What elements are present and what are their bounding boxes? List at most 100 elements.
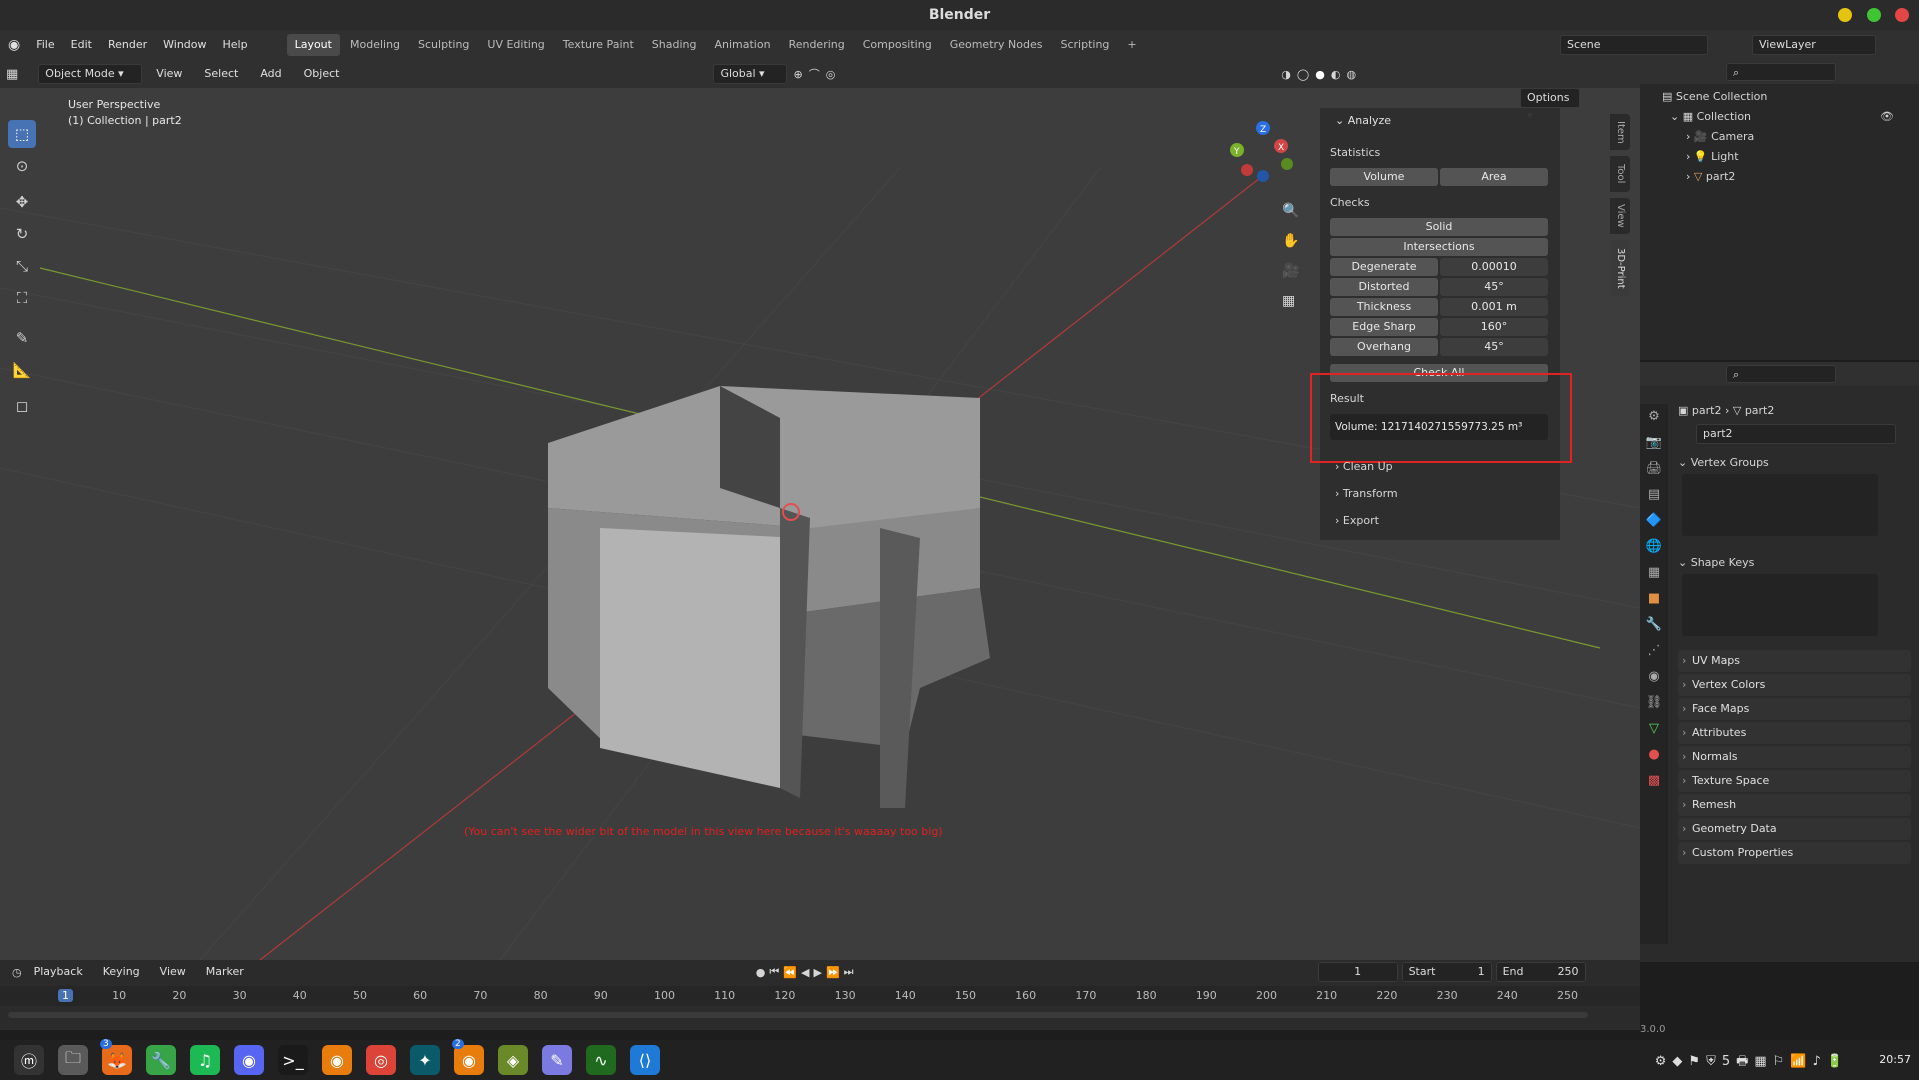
chrome-icon[interactable]: ◎: [366, 1045, 396, 1075]
menu-render[interactable]: Render: [100, 30, 155, 60]
degenerate-value[interactable]: 0.00010: [1440, 258, 1548, 276]
current-frame-field[interactable]: 1: [1317, 962, 1398, 982]
volume-button[interactable]: Volume: [1330, 168, 1438, 186]
vp-menu-add[interactable]: Add: [252, 59, 289, 89]
constraints-tab-icon[interactable]: ⛓: [1640, 690, 1668, 716]
tab-tool[interactable]: Tool: [1610, 156, 1630, 192]
tab-uv-editing[interactable]: UV Editing: [479, 34, 552, 56]
scale-tool[interactable]: ⤡: [8, 252, 36, 280]
scene-collection-row[interactable]: ▤ Scene Collection: [1662, 90, 1767, 103]
tab-compositing[interactable]: Compositing: [855, 34, 940, 56]
vp-menu-view[interactable]: View: [148, 59, 190, 89]
blender-icon[interactable]: ◉: [322, 1045, 352, 1075]
thickness-button[interactable]: Thickness: [1330, 298, 1438, 316]
mesh-data-tab-icon[interactable]: ▽: [1640, 716, 1668, 742]
tab-shading[interactable]: Shading: [644, 34, 705, 56]
tab-scripting[interactable]: Scripting: [1052, 34, 1117, 56]
outliner-camera-row[interactable]: › 🎥 Camera: [1686, 130, 1754, 143]
texture-tab-icon[interactable]: ▩: [1640, 768, 1668, 794]
distorted-value[interactable]: 45°: [1440, 278, 1548, 296]
tool-tab-icon[interactable]: ⚙: [1640, 404, 1668, 430]
cleanup-section[interactable]: › Clean Up: [1335, 460, 1393, 473]
tab-layout[interactable]: Layout: [286, 34, 340, 56]
texture-space-section[interactable]: Texture Space: [1678, 770, 1911, 792]
object-tab-icon[interactable]: ■: [1640, 586, 1668, 612]
play-reverse-icon[interactable]: ◀: [801, 966, 809, 979]
cursor-tool[interactable]: ⊙: [8, 152, 36, 180]
timeline-ruler[interactable]: 1 10 20 30 40 50 60 70 80 90 100 110 120 130 140 150 160…: [0, 986, 1640, 1006]
output-tab-icon[interactable]: 🖨: [1640, 456, 1668, 482]
close-button[interactable]: [1895, 8, 1909, 22]
proportional-icon[interactable]: ◎: [826, 68, 836, 81]
playback-menu[interactable]: Playback: [26, 957, 91, 987]
visibility-eye-icon[interactable]: 👁: [1880, 110, 1894, 123]
tab-view[interactable]: View: [1610, 198, 1630, 234]
shading-solid-icon[interactable]: ●: [1315, 68, 1325, 81]
outliner-search-input[interactable]: ⌕: [1726, 63, 1836, 81]
distorted-button[interactable]: Distorted: [1330, 278, 1438, 296]
overhang-button[interactable]: Overhang: [1330, 338, 1438, 356]
timeline-view-menu[interactable]: View: [152, 957, 194, 987]
custom-properties-section[interactable]: Custom Properties: [1678, 842, 1911, 864]
marker-menu[interactable]: Marker: [198, 957, 252, 987]
material-tab-icon[interactable]: ●: [1640, 742, 1668, 768]
spotify-icon[interactable]: ♫: [190, 1045, 220, 1075]
particles-tab-icon[interactable]: ⋰: [1640, 638, 1668, 664]
navigation-gizmo[interactable]: Z Y X: [1225, 118, 1295, 188]
jump-start-icon[interactable]: ⏮: [769, 965, 779, 979]
discord-icon[interactable]: ◉: [234, 1045, 264, 1075]
tab-3d-print[interactable]: 3D-Print: [1610, 240, 1630, 296]
vp-menu-object[interactable]: Object: [296, 59, 348, 89]
select-box-tool[interactable]: ⬚: [8, 120, 36, 148]
move-tool[interactable]: ✥: [8, 188, 36, 216]
blender-active-icon[interactable]: ◉ 2: [452, 1039, 484, 1075]
firefox-icon[interactable]: 🦊 3: [100, 1039, 132, 1075]
geometry-data-section[interactable]: Geometry Data: [1678, 818, 1911, 840]
start-menu-icon[interactable]: ⓜ: [14, 1045, 44, 1075]
tab-item[interactable]: Item: [1610, 114, 1630, 150]
system-monitor-icon[interactable]: ∿: [586, 1045, 616, 1075]
scene-tab-icon[interactable]: 🔷: [1640, 508, 1668, 534]
files-icon[interactable]: 🗀: [58, 1045, 88, 1075]
orientation-selector[interactable]: Global ▾: [713, 64, 788, 84]
keying-menu[interactable]: Keying: [95, 957, 148, 987]
snap-icon[interactable]: ⌒: [809, 66, 820, 82]
overhang-value[interactable]: 45°: [1440, 338, 1548, 356]
properties-search-input[interactable]: ⌕: [1726, 365, 1836, 383]
uv-maps-section[interactable]: UV Maps: [1678, 650, 1911, 672]
shading-render-icon[interactable]: ◍: [1346, 68, 1356, 81]
add-workspace-button[interactable]: +: [1119, 34, 1144, 56]
edge-sharp-button[interactable]: Edge Sharp: [1330, 318, 1438, 336]
measure-tool[interactable]: 📐: [8, 356, 36, 384]
ortho-grid-icon[interactable]: ▦: [1282, 293, 1295, 309]
view-layer-tab-icon[interactable]: ▤: [1640, 482, 1668, 508]
system-tray[interactable]: ⚙◆⚑⛨5🖶▦⚐📶♪🔋: [1655, 1052, 1849, 1074]
viewlayer-selector[interactable]: ViewLayer: [1752, 35, 1876, 55]
edge-sharp-value[interactable]: 160°: [1440, 318, 1548, 336]
tab-geometry-nodes[interactable]: Geometry Nodes: [942, 34, 1051, 56]
thickness-value[interactable]: 0.001 m: [1440, 298, 1548, 316]
menu-file[interactable]: File: [28, 30, 62, 60]
outliner-part2-row[interactable]: › ▽ part2: [1686, 170, 1735, 183]
maximize-button[interactable]: [1867, 8, 1881, 22]
vertex-colors-section[interactable]: Vertex Colors: [1678, 674, 1911, 696]
menu-help[interactable]: Help: [215, 30, 256, 60]
menu-edit[interactable]: Edit: [63, 30, 100, 60]
text-editor-icon[interactable]: ✎: [542, 1045, 572, 1075]
minimize-button[interactable]: [1838, 8, 1852, 22]
next-key-icon[interactable]: ⏩: [826, 966, 840, 979]
tab-rendering[interactable]: Rendering: [781, 34, 853, 56]
area-button[interactable]: Area: [1440, 168, 1548, 186]
tab-modeling[interactable]: Modeling: [342, 34, 408, 56]
start-frame-field[interactable]: Start 1: [1401, 962, 1492, 982]
degenerate-button[interactable]: Degenerate: [1330, 258, 1438, 276]
shape-keys-list[interactable]: [1682, 574, 1878, 636]
transform-tool[interactable]: ⛶: [8, 284, 36, 312]
record-button[interactable]: ●: [756, 966, 766, 979]
editor-type-icon[interactable]: ▦: [6, 67, 18, 82]
pivot-icon[interactable]: ⊕: [793, 68, 802, 81]
normals-section[interactable]: Normals: [1678, 746, 1911, 768]
tab-animation[interactable]: Animation: [706, 34, 778, 56]
annotate-tool[interactable]: ✎: [8, 324, 36, 352]
menu-window[interactable]: Window: [155, 30, 214, 60]
